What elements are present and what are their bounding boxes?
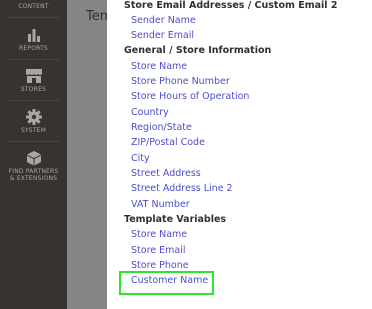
nav-reports[interactable]: REPORTS — [0, 27, 67, 52]
store-icon — [25, 69, 42, 83]
nav-divider — [8, 59, 59, 60]
variable-link[interactable]: Region/State — [131, 122, 192, 133]
variable-link[interactable]: City — [131, 153, 150, 164]
variable-link[interactable]: Sender Name — [131, 15, 196, 26]
nav-stores-label: STORES — [20, 86, 47, 93]
nav-content-label: CONTENT — [18, 3, 49, 10]
variable-link[interactable]: Country — [131, 107, 169, 118]
highlight-box — [119, 271, 214, 295]
nav-reports-label: REPORTS — [19, 45, 48, 52]
nav-divider — [8, 17, 59, 18]
gear-icon — [25, 109, 42, 125]
group-title: Template Variables — [124, 214, 227, 225]
nav-system-label: SYSTEM — [20, 127, 47, 134]
nav-divider — [8, 100, 59, 101]
group-title: Store Email Addresses / Custom Email 2 — [124, 0, 338, 11]
variable-link[interactable]: Sender Email — [131, 30, 194, 41]
bar-chart-icon — [27, 29, 40, 42]
variable-link[interactable]: Street Address — [131, 168, 201, 179]
insert-variable-panel: Store Email Addresses / Custom Email 2 S… — [107, 0, 372, 309]
group-title: General / Store Information — [124, 45, 272, 56]
cube-icon — [26, 151, 41, 166]
nav-content[interactable]: CONTENT — [0, 0, 67, 10]
nav-find-partners[interactable]: FIND PARTNERS & EXTENSIONS — [0, 150, 67, 182]
variable-link[interactable]: Store Name — [131, 229, 187, 240]
variable-link[interactable]: Store Phone Number — [131, 76, 230, 87]
variable-link[interactable]: Store Name — [131, 61, 187, 72]
nav-stores[interactable]: STORES — [0, 68, 67, 93]
nav-divider — [8, 141, 59, 142]
nav-find-partners-label: FIND PARTNERS — [8, 168, 59, 175]
variable-link[interactable]: VAT Number — [131, 199, 190, 210]
admin-sidebar: CONTENT REPORTS STORES SYSTEM FIND PARTN… — [0, 0, 67, 309]
variable-link[interactable]: Street Address Line 2 — [131, 183, 233, 194]
variable-link[interactable]: ZIP/Postal Code — [131, 137, 205, 148]
variable-link[interactable]: Store Hours of Operation — [131, 91, 249, 102]
variable-link[interactable]: Store Email — [131, 245, 186, 256]
nav-find-partners-label-2: & EXTENSIONS — [9, 175, 58, 182]
page-overlay — [67, 0, 107, 309]
nav-system[interactable]: SYSTEM — [0, 109, 67, 134]
variable-link[interactable]: Store Phone — [131, 260, 189, 271]
